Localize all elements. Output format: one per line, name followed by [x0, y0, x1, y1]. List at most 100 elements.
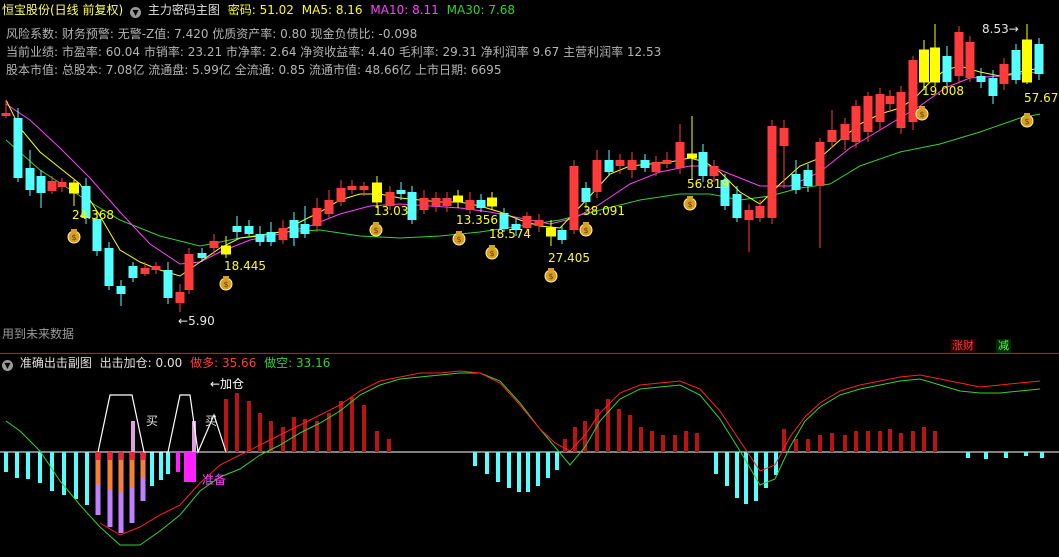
candlestick[interactable] [47, 176, 57, 194]
candlestick[interactable] [827, 110, 837, 148]
candlestick[interactable] [863, 92, 873, 142]
candlestick[interactable] [209, 234, 219, 254]
candlestick[interactable] [36, 170, 46, 208]
candlestick[interactable] [312, 198, 322, 232]
candlestick[interactable] [175, 284, 185, 312]
candlestick[interactable] [300, 206, 310, 238]
buy-signal-bar: ↑ [117, 452, 125, 533]
ma10-value: 8.11 [412, 3, 439, 17]
candlestick[interactable] [289, 212, 299, 246]
candlestick[interactable] [324, 190, 334, 218]
money-bag-icon: $ [219, 276, 233, 291]
low-price-value: 5.90 [188, 314, 215, 328]
zhangcai-tag[interactable]: 涨财 [950, 339, 976, 353]
sub-indicator-chart[interactable]: ↑ ↑ ↑ ↑ ↑ [0, 355, 1059, 557]
candlestick[interactable] [954, 26, 964, 82]
candlestick[interactable] [875, 88, 885, 130]
momentum-bar [1004, 452, 1008, 458]
momentum-bar [806, 439, 810, 452]
candlestick[interactable] [69, 180, 79, 206]
candlestick[interactable] [640, 154, 650, 172]
candlestick[interactable] [104, 242, 114, 290]
candlestick[interactable] [744, 204, 754, 252]
candlestick[interactable] [999, 58, 1009, 90]
candlestick[interactable] [151, 262, 161, 274]
momentum-bar [911, 431, 915, 452]
candlestick[interactable] [13, 108, 23, 182]
candlestick[interactable] [569, 160, 579, 234]
momentum-bar [617, 409, 621, 452]
candlestick[interactable] [419, 190, 429, 214]
candlestick[interactable] [675, 124, 685, 174]
zhunbei-annotation: 准备 [202, 473, 227, 487]
bag-label: 56.819 [687, 177, 729, 191]
candlestick[interactable] [1022, 24, 1032, 84]
svg-text:$: $ [489, 249, 494, 258]
candlestick[interactable] [930, 24, 940, 86]
candlestick[interactable] [1034, 38, 1044, 80]
candlestick[interactable] [662, 152, 672, 168]
candlestick[interactable] [336, 180, 346, 206]
candlestick[interactable] [476, 194, 486, 212]
candlestick[interactable] [885, 90, 895, 112]
candlestick[interactable] [347, 180, 357, 194]
indicator-name[interactable]: 主力密码主图 [148, 3, 220, 17]
momentum-bar [1024, 452, 1028, 456]
candlestick[interactable] [128, 262, 138, 282]
candlestick[interactable] [453, 190, 463, 208]
jian-tag[interactable]: 减 [996, 339, 1011, 353]
ma30-label: MA30: [446, 3, 485, 17]
candlestick[interactable] [255, 226, 265, 246]
candlestick[interactable] [1011, 44, 1021, 84]
momentum-bar [485, 452, 489, 474]
momentum-bar [628, 415, 632, 452]
candlestick[interactable] [244, 220, 254, 236]
candlestick[interactable] [919, 40, 929, 90]
candlestick[interactable] [140, 262, 150, 276]
candlestick[interactable] [278, 220, 288, 244]
candlestick[interactable] [791, 160, 801, 194]
candlestick[interactable] [221, 236, 231, 258]
candlestick[interactable] [767, 120, 777, 224]
candlestick[interactable] [604, 150, 614, 176]
candlestick[interactable] [1, 100, 11, 118]
candlestick[interactable] [651, 156, 661, 176]
candlestick[interactable] [851, 100, 861, 148]
chuji-label: 出击加仓: [99, 356, 152, 370]
candlestick[interactable] [487, 192, 497, 210]
candlestick[interactable] [163, 262, 173, 304]
candlestick[interactable] [25, 150, 35, 196]
svg-text:$: $ [223, 280, 228, 289]
indicator-dropdown-icon[interactable]: ▼ [130, 7, 142, 18]
buy-annotation: 买 [146, 414, 159, 428]
candlestick[interactable] [184, 248, 194, 294]
candlestick[interactable] [908, 56, 918, 130]
candlestick[interactable] [732, 186, 742, 222]
stock-title[interactable]: 恒宝股份(日线 前复权) [2, 3, 123, 17]
moving-average-lines [5, 65, 1041, 277]
candlestick[interactable] [232, 216, 242, 240]
candlestick[interactable] [116, 280, 126, 306]
candlestick[interactable] [407, 186, 417, 224]
svg-text:↑: ↑ [128, 452, 136, 462]
candlestick[interactable] [840, 118, 850, 150]
candlestick[interactable] [465, 192, 475, 214]
performance-info-line: 当前业绩: 市盈率: 60.04 市销率: 23.21 市净率: 2.64 净资… [6, 45, 662, 59]
momentum-bar [62, 452, 66, 495]
candlestick[interactable] [755, 200, 765, 222]
candlestick[interactable] [965, 36, 975, 82]
candlestick[interactable] [57, 178, 67, 192]
candlestick[interactable] [534, 214, 544, 232]
candlestick[interactable] [627, 152, 637, 178]
candlestick[interactable] [431, 192, 441, 212]
candlestick[interactable] [442, 192, 452, 212]
candlestick[interactable] [266, 222, 276, 246]
candlestick[interactable] [592, 150, 602, 198]
sub-indicator-dropdown-icon[interactable]: ▼ [2, 360, 13, 371]
momentum-bar [526, 452, 530, 492]
candlestick[interactable] [687, 116, 697, 180]
candlestick[interactable] [896, 86, 906, 134]
candlestick[interactable] [815, 138, 825, 248]
candlestick[interactable] [557, 226, 567, 244]
sub-indicator-name[interactable]: 准确出击副图 [20, 356, 92, 370]
